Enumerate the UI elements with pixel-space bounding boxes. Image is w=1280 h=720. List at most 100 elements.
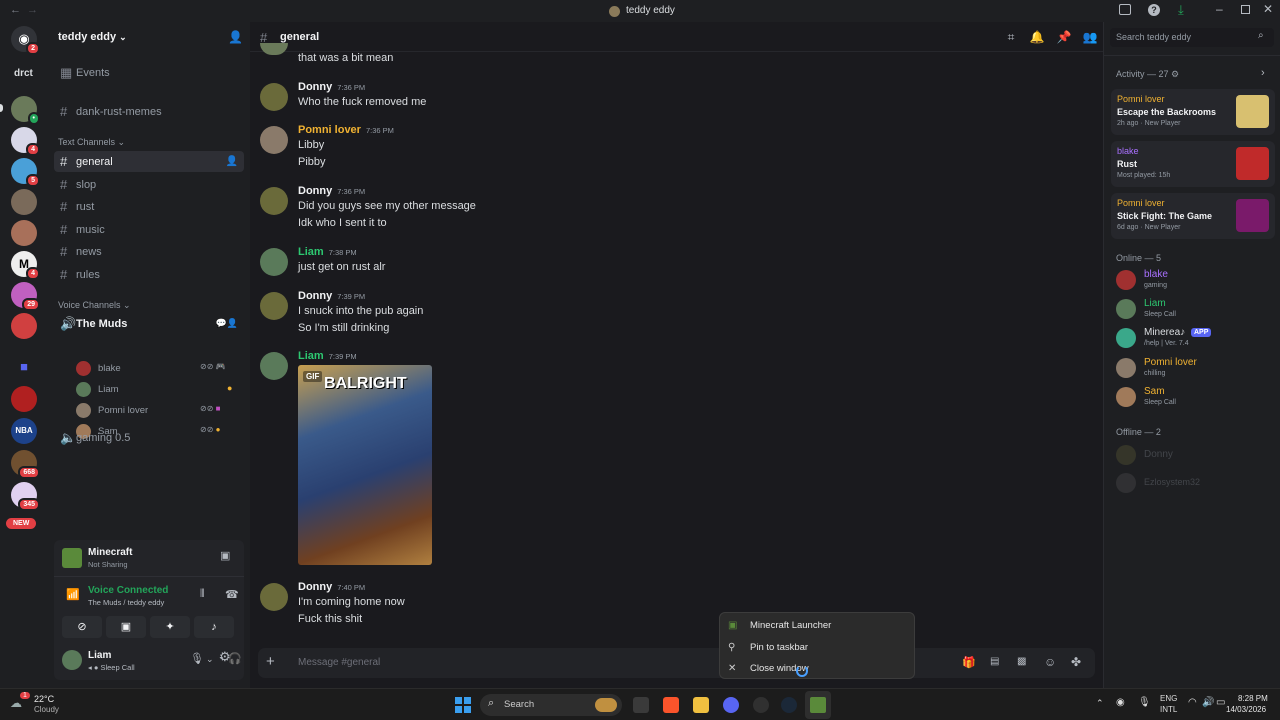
task-view-icon[interactable] (633, 697, 649, 713)
member-donny[interactable]: Donny (1116, 443, 1276, 467)
maximize-icon[interactable] (1241, 5, 1250, 14)
message-input[interactable]: Message #general (298, 657, 380, 668)
member-blake[interactable]: blake gaming (1116, 268, 1276, 292)
language-indicator[interactable]: ENG (1160, 694, 1177, 703)
settings-icon[interactable]: ⚙ (219, 649, 231, 665)
screen-share-icon[interactable]: ▣ (220, 549, 230, 562)
noise-suppression-icon[interactable]: ⫴ (200, 588, 205, 601)
member-ezlosystem[interactable]: Ezlosystem32 (1116, 471, 1276, 495)
channel-general[interactable]: # general 👤 (54, 151, 244, 172)
search-box[interactable]: Search teddy eddy ⌕ (1110, 28, 1274, 47)
channel-dank-rust-memes[interactable]: # dank-rust-memes (54, 101, 244, 122)
activity-card[interactable]: blake Rust Most played: 15h (1111, 141, 1275, 187)
avatar[interactable] (62, 650, 82, 670)
sticker-icon[interactable]: ▩ (1017, 656, 1026, 667)
soundboard-button[interactable]: ♪ (194, 616, 234, 638)
voice-location[interactable]: The Muds / teddy eddy (88, 598, 164, 607)
apps-icon[interactable]: ✤ (1071, 655, 1081, 669)
server-icon-3[interactable]: 5 (11, 158, 40, 187)
download-icon[interactable]: ⤓ (1178, 2, 1184, 18)
voice-status[interactable]: Voice Connected (88, 585, 168, 596)
member-pomni[interactable]: Pomni lover chilling (1116, 356, 1276, 380)
voice-channel-gaming[interactable]: 🔈 gaming 0.5 (54, 427, 244, 448)
pin-icon[interactable]: 📌 (1056, 29, 1072, 45)
user-name[interactable]: Liam (88, 650, 111, 661)
gif-image[interactable]: GIF BALRIGHT (298, 365, 432, 565)
taskbar-search[interactable]: ⌕ Search (480, 694, 622, 716)
chevron-right-icon[interactable]: › (1261, 67, 1265, 79)
server-icon-5[interactable] (11, 220, 37, 246)
battery-icon[interactable]: ▭ (1216, 697, 1225, 708)
member-sam[interactable]: Sam Sleep Call (1116, 385, 1276, 409)
activity-card[interactable]: Pomni lover Escape the Backrooms 2h ago … (1111, 89, 1275, 135)
voice-channels-header[interactable]: Voice Channels ⌄ (58, 300, 131, 311)
gift-icon[interactable]: 🎁 (962, 656, 976, 669)
tray-app-icon[interactable]: ◉ (1116, 697, 1125, 708)
chevron-up-icon[interactable]: ⌃ (1096, 698, 1104, 709)
search-input[interactable]: Search teddy eddy (1116, 32, 1191, 42)
gif-picker-icon[interactable]: ▤ (990, 656, 999, 667)
add-attachment-icon[interactable]: + (266, 653, 275, 670)
minimize-icon[interactable]: – (1216, 2, 1223, 16)
threads-icon[interactable]: ⌗ (1003, 29, 1019, 45)
folder-icon[interactable]: ■ (11, 354, 37, 380)
text-channels-header[interactable]: Text Channels ⌄ (58, 137, 125, 148)
weather-widget[interactable]: ☁ 1 (10, 692, 30, 712)
camera-button[interactable]: ⊘ (62, 616, 102, 638)
server-icon-7[interactable]: 29 (11, 282, 40, 311)
forward-arrow-icon[interactable]: → (27, 4, 38, 16)
start-button[interactable] (455, 697, 471, 713)
menu-item-minecraft-launcher[interactable]: ▣ Minecraft Launcher (728, 615, 908, 635)
file-explorer-icon[interactable] (693, 697, 709, 713)
server-icon-11[interactable]: 345 (11, 482, 40, 511)
clock-time[interactable]: 8:28 PM (1238, 694, 1268, 703)
emoji-icon[interactable]: ☺ (1044, 655, 1056, 669)
events-item[interactable]: ▦ Events (54, 62, 244, 83)
minecraft-taskbar-button[interactable] (805, 691, 831, 719)
voice-user-pomni[interactable]: Pomni lover (76, 400, 148, 420)
voice-user-liam[interactable]: Liam (76, 379, 119, 399)
member-minerea[interactable]: Minerea♪ APP/help | Ver. 7.4 (1116, 326, 1276, 350)
chevron-down-icon-2[interactable]: ⌄ (206, 654, 214, 665)
activity-card[interactable]: Pomni lover Stick Fight: The Game 6d ago… (1111, 193, 1275, 239)
help-icon[interactable]: ? (1148, 4, 1160, 16)
server-name[interactable]: teddy eddy ⌄ (58, 31, 127, 43)
channel-slop[interactable]: # slop (54, 174, 244, 195)
nba-server-icon[interactable]: NBA (11, 418, 37, 444)
menu-item-pin-to-taskbar[interactable]: ⚲ Pin to taskbar (728, 637, 908, 657)
server-icon-2[interactable]: 4 (11, 127, 40, 156)
microphone-tray-icon[interactable]: 🎙 (1138, 697, 1151, 708)
channel-rules[interactable]: # rules (54, 264, 244, 285)
channel-rust[interactable]: # rust (54, 196, 244, 217)
folder-label[interactable]: drct (14, 68, 33, 79)
add-member-icon[interactable]: 👤 (228, 30, 243, 44)
microphone-icon[interactable]: 🎙 (190, 652, 204, 665)
activities-button[interactable]: ✦ (150, 616, 190, 638)
search-icon[interactable]: ⌕ (1258, 30, 1264, 41)
app-icon[interactable] (753, 697, 769, 713)
inbox-icon[interactable] (1119, 4, 1131, 15)
disconnect-icon[interactable]: ☎ (225, 588, 239, 601)
server-icon-1[interactable]: • (11, 96, 40, 125)
clock-date[interactable]: 14/03/2026 (1226, 705, 1266, 714)
channel-music[interactable]: # music (54, 219, 244, 240)
server-icon-8[interactable] (11, 313, 37, 339)
wifi-icon[interactable]: ◠ (1188, 697, 1197, 708)
voice-channel-the-muds[interactable]: 🔊 The Muds 💬👤 (54, 313, 244, 334)
steam-icon[interactable] (781, 697, 797, 713)
discord-app-icon[interactable] (723, 697, 739, 713)
voice-user-blake[interactable]: blake (76, 358, 121, 378)
screen-share-button[interactable]: ▣ (106, 616, 146, 638)
server-icon-6[interactable]: M4 (11, 251, 40, 280)
member-list-icon[interactable]: 👥 (1082, 29, 1098, 45)
language-variant[interactable]: INTL (1160, 705, 1177, 714)
server-icon-10[interactable]: 668 (11, 450, 40, 479)
brave-browser-icon[interactable] (663, 697, 679, 713)
bell-icon[interactable]: 🔔 (1029, 29, 1045, 45)
direct-messages-icon[interactable]: ◉ 2 (11, 26, 40, 55)
close-icon[interactable]: ✕ (1263, 2, 1273, 16)
menu-item-close-window[interactable]: ✕ Close window (728, 658, 908, 678)
server-icon-9[interactable] (11, 386, 37, 412)
back-arrow-icon[interactable]: ← (10, 4, 21, 16)
volume-icon[interactable]: 🔊 (1202, 697, 1214, 708)
